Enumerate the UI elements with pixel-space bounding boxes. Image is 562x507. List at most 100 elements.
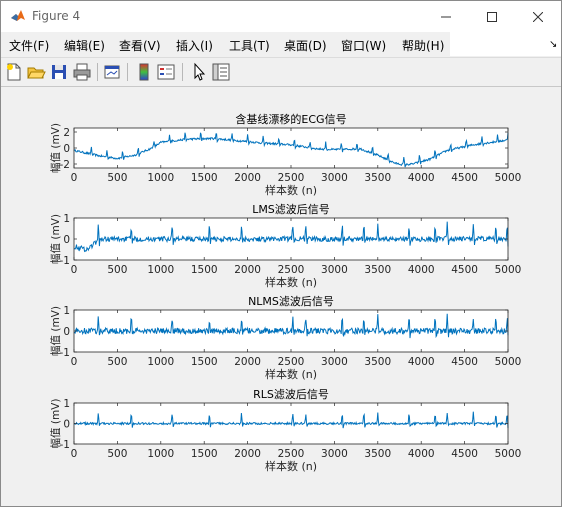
- x-tick-label: 3500: [364, 172, 391, 184]
- y-tick-label: 0: [63, 143, 70, 155]
- x-tick-label: 4500: [451, 448, 478, 460]
- window-title: Figure 4: [32, 9, 81, 23]
- menu-tools[interactable]: 工具(T): [229, 37, 270, 54]
- toolbar-separator: [97, 63, 98, 81]
- y-tick-label: 0: [63, 234, 70, 246]
- close-button[interactable]: [515, 1, 561, 32]
- new-figure-icon[interactable]: [4, 62, 24, 82]
- menu-window[interactable]: 窗口(W): [341, 37, 386, 54]
- menu-file[interactable]: 文件(F): [9, 37, 49, 54]
- x-tick-label: 2000: [234, 172, 261, 184]
- x-tick-label: 1500: [191, 448, 218, 460]
- x-tick-label: 0: [71, 356, 78, 368]
- x-tick-label: 5000: [495, 172, 522, 184]
- x-tick-label: 2000: [234, 356, 261, 368]
- x-tick-label: 3000: [321, 172, 348, 184]
- x-tick-label: 1500: [191, 264, 218, 276]
- x-axis-label: 样本数 (n): [265, 459, 317, 473]
- x-tick-label: 5000: [495, 448, 522, 460]
- x-tick-label: 0: [71, 448, 78, 460]
- minimize-button[interactable]: [423, 1, 469, 32]
- matlab-logo-icon: [11, 10, 25, 21]
- y-tick-label: 1: [63, 398, 70, 410]
- x-tick-label: 4000: [408, 264, 435, 276]
- x-tick-label: 0: [71, 264, 78, 276]
- subplot-axes-1[interactable]: 0 500 1000 1500 2000 2500 3000 3500 4000 4500 5000…: [49, 112, 521, 197]
- figure-window: Figure 4 文件(F) 编辑(E) 查看(V) 插入(I) 工具(T) 桌…: [0, 0, 562, 507]
- subplot-title: NLMS滤波后信号: [248, 295, 334, 308]
- close-icon: [533, 11, 543, 22]
- x-tick-label: 5000: [495, 264, 522, 276]
- y-tick-label: 2: [63, 127, 70, 139]
- toolbar-separator: [182, 63, 183, 81]
- x-tick-label: 500: [107, 356, 127, 368]
- menu-spacer: [450, 32, 561, 56]
- pointer-icon[interactable]: [189, 62, 209, 82]
- property-inspector-icon[interactable]: [211, 62, 231, 82]
- x-tick-label: 1000: [147, 448, 174, 460]
- y-axis-label: 幅值 (mV): [49, 306, 62, 356]
- open-file-icon[interactable]: [26, 62, 46, 82]
- x-axis-label: 样本数 (n): [265, 367, 317, 381]
- minimize-icon: [441, 16, 451, 17]
- x-tick-label: 1000: [147, 264, 174, 276]
- x-tick-label: 1000: [147, 172, 174, 184]
- x-tick-label: 5000: [495, 356, 522, 368]
- x-tick-label: 2500: [278, 356, 305, 368]
- x-tick-label: 1000: [147, 356, 174, 368]
- axes-background: [74, 128, 508, 168]
- x-tick-label: 3000: [321, 264, 348, 276]
- x-tick-label: 4000: [408, 448, 435, 460]
- x-tick-label: 3000: [321, 448, 348, 460]
- y-tick-label: 1: [63, 213, 70, 225]
- x-tick-label: 3500: [364, 264, 391, 276]
- menu-desktop[interactable]: 桌面(D): [284, 37, 327, 54]
- title-bar[interactable]: Figure 4: [1, 1, 561, 32]
- save-icon[interactable]: [49, 62, 69, 82]
- y-tick-label: 0: [63, 419, 70, 431]
- x-tick-label: 2000: [234, 264, 261, 276]
- x-tick-label: 4000: [408, 356, 435, 368]
- y-axis-label: 幅值 (mV): [49, 214, 62, 264]
- link-plot-icon[interactable]: [102, 62, 122, 82]
- x-tick-label: 2500: [278, 264, 305, 276]
- x-tick-label: 500: [107, 172, 127, 184]
- y-tick-label: 1: [63, 305, 70, 317]
- subplot-axes-4[interactable]: 0 500 1000 1500 2000 2500 3000 3500 4000 4500 5000…: [49, 388, 521, 473]
- menu-insert[interactable]: 插入(I): [176, 37, 213, 54]
- x-tick-label: 500: [107, 448, 127, 460]
- menu-view[interactable]: 查看(V): [119, 37, 161, 54]
- x-tick-label: 4000: [408, 172, 435, 184]
- x-tick-label: 3500: [364, 448, 391, 460]
- menu-help[interactable]: 帮助(H): [402, 37, 444, 54]
- x-axis-label: 样本数 (n): [265, 275, 317, 289]
- subplot-axes-2[interactable]: 0 500 1000 1500 2000 2500 3000 3500 4000 4500 5000…: [49, 203, 521, 289]
- y-axis-label: 幅值 (mV): [49, 123, 62, 173]
- x-tick-label: 4500: [451, 356, 478, 368]
- x-tick-label: 3500: [364, 356, 391, 368]
- subplot-axes-3[interactable]: 0 500 1000 1500 2000 2500 3000 3500 4000 4500 5000…: [49, 295, 521, 381]
- x-tick-label: 1500: [191, 356, 218, 368]
- figure-toolbar: [1, 57, 561, 87]
- figure-canvas[interactable]: 0 500 1000 1500 2000 2500 3000 3500 4000 4500 5000…: [2, 87, 561, 505]
- colorbar-icon[interactable]: [134, 62, 154, 82]
- menu-edit[interactable]: 编辑(E): [64, 37, 105, 54]
- overflow-arrow-icon[interactable]: ↘: [549, 39, 557, 50]
- x-tick-label: 4500: [451, 264, 478, 276]
- x-tick-label: 2500: [278, 172, 305, 184]
- y-tick-label: 0: [63, 326, 70, 338]
- x-tick-label: 4500: [451, 172, 478, 184]
- x-tick-label: 2000: [234, 448, 261, 460]
- y-axis-label: 幅值 (mV): [49, 399, 62, 449]
- x-tick-label: 0: [71, 172, 78, 184]
- x-tick-label: 500: [107, 264, 127, 276]
- x-tick-label: 3000: [321, 356, 348, 368]
- maximize-button[interactable]: [469, 1, 515, 32]
- subplot-title: LMS滤波后信号: [252, 203, 330, 216]
- x-tick-label: 2500: [278, 448, 305, 460]
- subplot-title: RLS滤波后信号: [253, 388, 329, 401]
- toolbar-separator: [127, 63, 128, 81]
- x-tick-label: 1500: [191, 172, 218, 184]
- print-icon[interactable]: [72, 62, 92, 82]
- legend-icon[interactable]: [156, 62, 176, 82]
